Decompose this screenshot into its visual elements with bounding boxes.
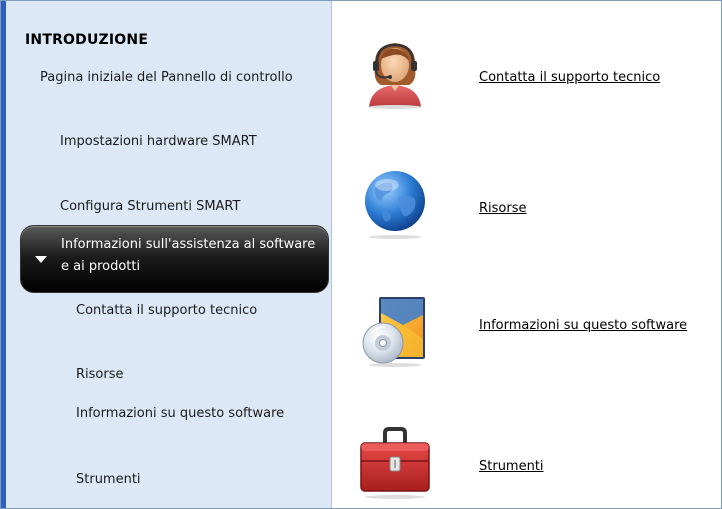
support-agent-icon[interactable] (359, 37, 431, 109)
globe-icon[interactable] (359, 167, 431, 239)
software-box-icon[interactable] (359, 295, 431, 367)
sidebar-subitem-contact-support[interactable]: Contatta il supporto tecnico (76, 300, 296, 322)
about-software-link[interactable]: Informazioni su questo software (479, 315, 687, 337)
expand-triangle-icon (35, 256, 47, 263)
sidebar-item-support-label: Informazioni sull'assistenza al software… (61, 237, 316, 274)
sidebar-subitem-about-software[interactable]: Informazioni su questo software (76, 403, 296, 425)
sidebar-item-home[interactable]: Pagina iniziale del Pannello di controll… (40, 67, 310, 89)
tools-link[interactable]: Strumenti (479, 456, 544, 478)
sidebar-item-configure-tools[interactable]: Configura Strumenti SMART (60, 196, 320, 218)
sidebar: INTRODUZIONE Pagina iniziale del Pannell… (6, 1, 332, 508)
contact-support-link[interactable]: Contatta il supporto tecnico (479, 67, 660, 89)
sidebar-item-support-info[interactable]: Informazioni sull'assistenza al software… (20, 225, 329, 293)
sidebar-item-hardware-settings[interactable]: Impostazioni hardware SMART (60, 131, 290, 153)
sidebar-heading: INTRODUZIONE (25, 32, 149, 48)
resources-link[interactable]: Risorse (479, 198, 527, 220)
toolbox-icon[interactable] (359, 427, 431, 499)
control-panel-window: INTRODUZIONE Pagina iniziale del Pannell… (0, 0, 722, 509)
sidebar-subitem-resources[interactable]: Risorse (76, 364, 124, 386)
sidebar-subitem-tools[interactable]: Strumenti (76, 469, 141, 491)
